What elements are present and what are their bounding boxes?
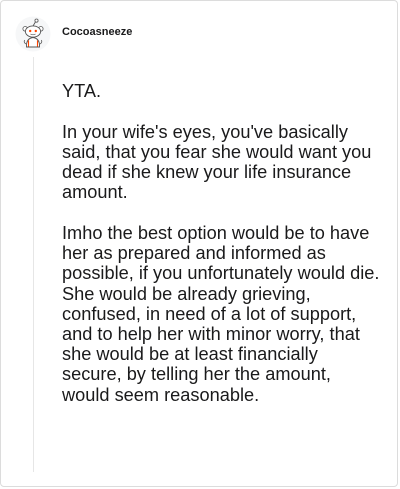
comment-author[interactable]: Cocoasneeze [62, 26, 132, 38]
comment-paragraph: Imho the best option would be to have he… [62, 223, 380, 405]
comment-card: Cocoasneeze YTA. In your wife's eyes, yo… [0, 0, 398, 487]
comment-body: YTA. In your wife's eyes, you've basical… [62, 81, 382, 425]
comment-paragraph: In your wife's eyes, you've basically sa… [62, 121, 372, 203]
thread-line[interactable] [33, 57, 34, 472]
comment-paragraph: YTA. [62, 81, 102, 101]
comment-header: Cocoasneeze [15, 14, 132, 54]
snoo-avatar-icon [15, 16, 51, 52]
user-avatar[interactable] [15, 16, 51, 52]
